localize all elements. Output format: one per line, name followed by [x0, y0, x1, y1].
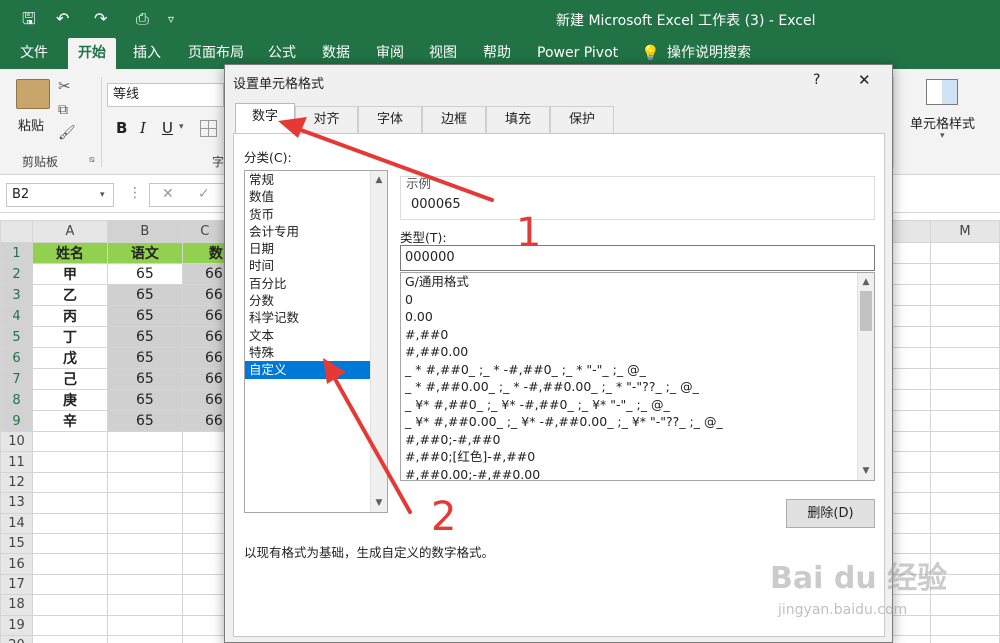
annotation-arrows	[278, 117, 494, 514]
annotation-number-1: 1	[516, 210, 542, 256]
arrow-1-head	[278, 117, 307, 138]
watermark-url: jingyan.baidu.com	[778, 602, 908, 618]
arrow-1-shaft	[288, 124, 494, 202]
arrow-2-shaft	[328, 368, 412, 514]
baidu-logo-watermark: Bai du 经验	[770, 561, 948, 596]
annotation-number-2: 2	[431, 494, 457, 540]
